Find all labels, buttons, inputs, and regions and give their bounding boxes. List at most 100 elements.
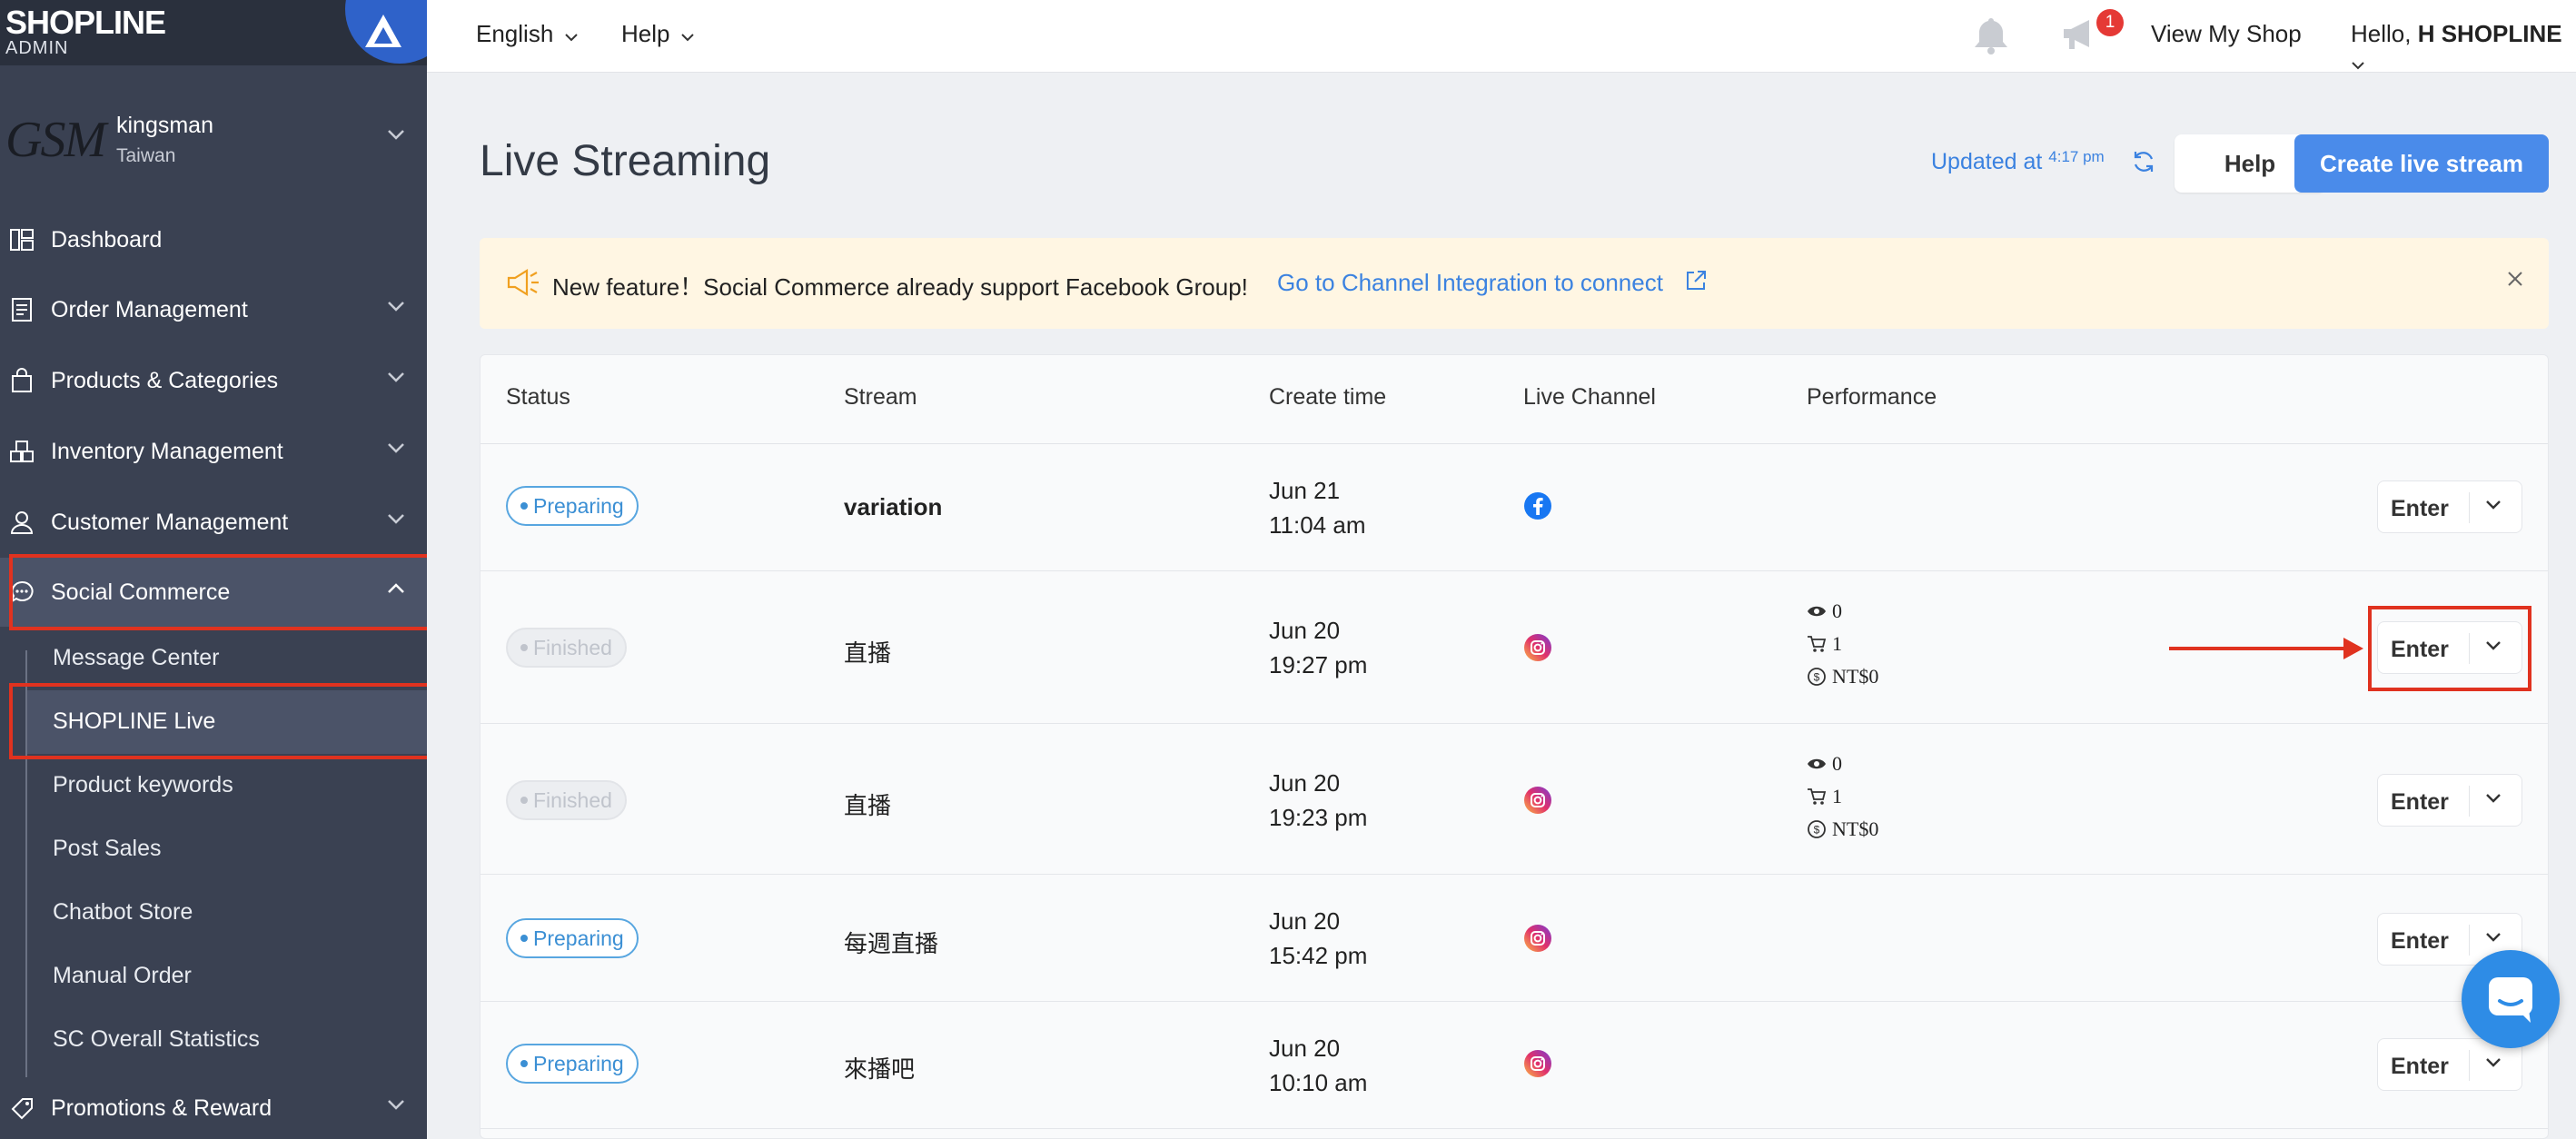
orders-stat: 1 — [1807, 780, 1878, 813]
enter-label: Enter — [2391, 1054, 2449, 1079]
sidebar-subitem-chatbot-store[interactable]: Chatbot Store — [27, 881, 427, 945]
annotation-arrow-head — [2343, 638, 2363, 659]
chevron-down-icon[interactable] — [2485, 793, 2502, 804]
orders-value: 1 — [1832, 632, 1842, 655]
sidebar-item-label: Dashboard — [51, 227, 163, 253]
create-time: Jun 20 10:10 am — [1269, 1031, 1367, 1100]
updated-time: 4:17 pm — [2048, 148, 2105, 165]
status-label: Finished — [533, 788, 612, 812]
create-date: Jun 20 — [1269, 907, 1341, 935]
create-date: Jun 20 — [1269, 1035, 1341, 1062]
chevron-down-icon[interactable] — [2485, 500, 2502, 510]
chevron-down-icon — [681, 34, 694, 42]
sidebar-subitem-label: Post Sales — [53, 836, 162, 861]
enter-button[interactable]: Enter — [2377, 480, 2522, 533]
bell-icon[interactable] — [1971, 15, 2011, 56]
column-header-stream: Stream — [844, 384, 917, 410]
stream-name: 來播吧 — [844, 1055, 916, 1083]
user-menu[interactable]: Hello, H SHOPLINE — [2351, 20, 2576, 76]
eye-icon — [1808, 606, 1826, 617]
chevron-down-icon[interactable] — [2485, 1057, 2502, 1068]
sidebar-subitem-label: Product keywords — [53, 772, 233, 797]
shopline-mark-icon — [365, 15, 401, 47]
sidebar-item-inventory-management[interactable]: Inventory Management — [0, 417, 427, 486]
inventory-icon — [10, 441, 34, 462]
chevron-down-icon[interactable] — [2485, 932, 2502, 943]
channel-integration-link[interactable]: Go to Channel Integration to connect — [1277, 269, 1663, 297]
shopping-bag-icon — [12, 368, 32, 392]
sidebar-subitem-manual-order[interactable]: Manual Order — [27, 945, 427, 1008]
megaphone-icon — [507, 269, 539, 296]
help-label: Help — [621, 20, 670, 47]
sidebar-item-label: Order Management — [51, 297, 248, 322]
create-time: Jun 20 19:23 pm — [1269, 766, 1367, 835]
view-my-shop-link[interactable]: View My Shop — [2151, 20, 2302, 48]
performance-stats: 0 1 $ NT$0 — [1807, 595, 1878, 693]
sidebar-item-products-categories[interactable]: Products & Categories — [0, 346, 427, 415]
help-dropdown[interactable]: Help — [621, 20, 695, 48]
app-logo-subtitle: ADMIN — [5, 38, 69, 58]
sidebar-subitem-label: SC Overall Statistics — [53, 1026, 260, 1052]
sidebar-item-order-management[interactable]: Order Management — [0, 275, 427, 344]
table-row: Finished 直播 Jun 20 19:23 pm 0 1 $ NT$0 E… — [481, 724, 2548, 875]
cart-icon — [1808, 788, 1827, 805]
column-header-status: Status — [506, 384, 570, 410]
external-link-icon[interactable] — [1684, 269, 1708, 292]
button-divider — [2469, 492, 2470, 523]
sidebar-item-dashboard[interactable]: Dashboard — [0, 205, 427, 274]
chevron-down-icon — [388, 514, 404, 524]
chat-icon — [2489, 977, 2532, 1023]
highlight-box-social-commerce — [9, 554, 427, 630]
sidebar: SHOPLINE ADMIN GSM kingsman Taiwan Dashb… — [0, 0, 427, 1139]
sidebar-subitem-sc-overall-statistics[interactable]: SC Overall Statistics — [27, 1008, 427, 1072]
megaphone-icon[interactable] — [2060, 15, 2100, 54]
create-live-stream-button[interactable]: Create live stream — [2294, 134, 2549, 193]
status-label: Preparing — [533, 1052, 624, 1075]
feature-banner: New feature！Social Commerce already supp… — [480, 238, 2549, 329]
status-label: Preparing — [533, 926, 624, 950]
chevron-down-icon — [564, 34, 578, 42]
sales-value: NT$0 — [1832, 665, 1879, 688]
close-icon[interactable] — [2505, 269, 2525, 289]
banner-message: New feature！Social Commerce already supp… — [552, 273, 1248, 301]
sidebar-item-customer-management[interactable]: Customer Management — [0, 488, 427, 557]
enter-label: Enter — [2391, 928, 2449, 954]
svg-text:$: $ — [1814, 671, 1820, 684]
sidebar-subitem-message-center[interactable]: Message Center — [27, 627, 427, 690]
sidebar-subitem-post-sales[interactable]: Post Sales — [27, 817, 427, 881]
column-header-live-channel: Live Channel — [1523, 384, 1656, 410]
sidebar-subitem-product-keywords[interactable]: Product keywords — [27, 754, 427, 817]
orders-stat: 1 — [1807, 628, 1878, 660]
views-value: 0 — [1832, 599, 1842, 622]
sidebar-item-label: Customer Management — [51, 510, 289, 535]
sidebar-subitem-label: Manual Order — [53, 963, 192, 988]
sales-stat: $ NT$0 — [1807, 813, 1878, 846]
dollar-circle-icon: $ — [1808, 820, 1826, 838]
tag-icon — [11, 1098, 33, 1120]
sidebar-item-promotions-reward[interactable]: Promotions & Reward — [0, 1074, 427, 1139]
create-clock: 11:04 am — [1269, 511, 1366, 539]
instagram-icon — [1524, 925, 1551, 952]
table-header: Status Stream Create time Live Channel P… — [481, 355, 2548, 444]
language-dropdown[interactable]: English — [476, 20, 579, 48]
create-time: Jun 20 15:42 pm — [1269, 904, 1367, 973]
highlight-box-shopline-live — [9, 683, 427, 759]
sidebar-item-label: Promotions & Reward — [51, 1095, 272, 1121]
chat-launcher-button[interactable] — [2462, 950, 2560, 1048]
column-header-performance: Performance — [1807, 384, 1937, 410]
sidebar-item-label: Inventory Management — [51, 439, 283, 464]
enter-button[interactable]: Enter — [2377, 774, 2522, 827]
stream-name: 每週直播 — [844, 930, 939, 957]
column-header-create-time: Create time — [1269, 384, 1387, 410]
app-logo[interactable]: SHOPLINE — [5, 6, 166, 39]
table-row: Preparing 每週直播 Jun 20 15:42 pm Enter — [481, 875, 2548, 1002]
status-label: Finished — [533, 636, 612, 659]
create-time: Jun 20 19:27 pm — [1269, 613, 1367, 682]
notification-badge: 1 — [2096, 9, 2124, 36]
chevron-down-icon — [388, 372, 404, 382]
create-clock: 15:42 pm — [1269, 942, 1368, 969]
refresh-icon[interactable] — [2131, 149, 2156, 174]
shop-switcher[interactable]: GSM kingsman Taiwan — [0, 100, 427, 182]
button-divider — [2469, 786, 2470, 817]
sidebar-item-label: Products & Categories — [51, 368, 279, 393]
